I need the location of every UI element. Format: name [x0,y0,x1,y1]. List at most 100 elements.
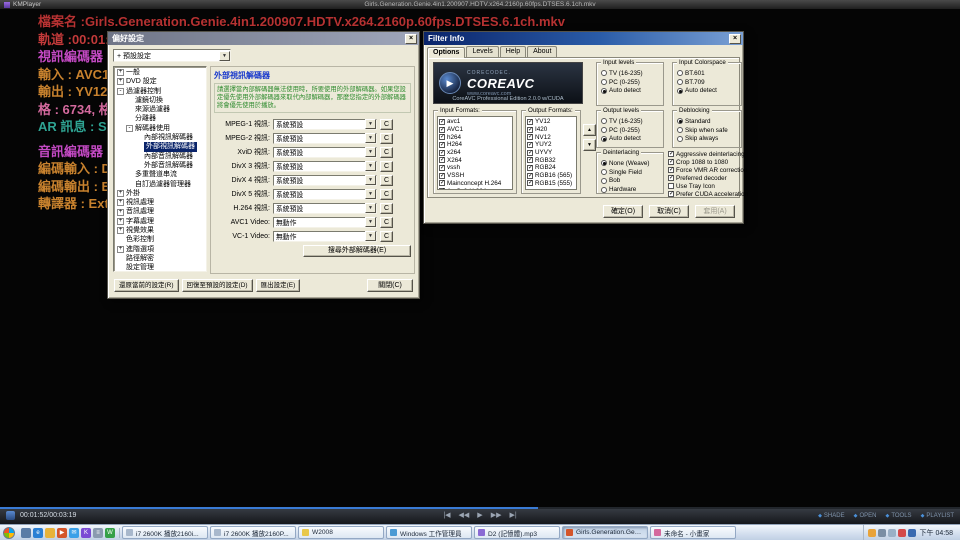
preset-combobox[interactable]: + 預設設定 ▼ [113,49,231,62]
codec-config-button[interactable]: C [380,188,393,200]
format-checkbox[interactable]: h264 [439,133,511,141]
option-checkbox[interactable]: Prefer CUDA acceleration [668,190,748,198]
prefs-bottom-button[interactable]: 回復至預設的設定(D) [181,279,253,292]
codec-config-button[interactable]: C [380,118,393,130]
chevron-down-icon[interactable]: ▼ [365,203,376,214]
codec-config-button[interactable]: C [380,174,393,186]
radio-option[interactable]: Skip when safe [677,126,739,135]
tree-item[interactable]: + 進階選項 [115,245,205,254]
format-checkbox[interactable]: NV12 [527,133,575,141]
codec-dropdown[interactable]: 系統預設 ▼ [273,202,377,214]
codec-dropdown[interactable]: 系統預設 ▼ [273,146,377,158]
codec-config-button[interactable]: C [380,202,393,214]
tray-icon[interactable] [897,528,906,537]
quicklaunch-icon[interactable]: K [81,527,91,538]
codec-dropdown[interactable]: 系統預設 ▼ [273,132,377,144]
radio-option[interactable]: TV (16-235) [601,69,661,78]
control-bar-shortcut[interactable]: ◆ PLAYLIST [921,513,954,519]
tree-expander-icon[interactable]: + [117,69,124,77]
codec-config-button[interactable]: C [380,160,393,172]
tree-item[interactable]: + 音訊處理 [115,207,205,216]
tree-item[interactable]: + 視訊處理 [115,198,205,207]
filter-tab[interactable]: Help [499,46,527,57]
tree-item[interactable]: 內部音訊解碼器 [115,152,205,161]
dialog-button[interactable]: 取消(C) [649,205,689,218]
radio-option[interactable]: PC (0-255) [601,78,661,87]
format-checkbox[interactable]: vssh [439,164,511,172]
tree-expander-icon[interactable]: + [117,227,124,235]
radio-option[interactable]: Auto detect [601,87,661,96]
control-bar-shortcut[interactable]: ◆ OPEN [854,513,877,519]
tree-item[interactable]: 外部視訊解碼器 [115,142,205,152]
close-icon[interactable]: × [405,33,417,44]
quicklaunch-icon[interactable]: e [33,527,43,538]
chevron-down-icon[interactable]: ▼ [365,189,376,200]
radio-option[interactable]: TV (16-235) [601,117,661,126]
filter-tab[interactable]: About [527,46,558,57]
format-checkbox[interactable]: X264 [439,156,511,164]
radio-option[interactable]: PC (0-255) [601,126,661,135]
radio-option[interactable]: Auto detect [677,87,739,96]
tree-item[interactable]: + 一般 [115,68,205,77]
tree-expander-icon[interactable]: + [117,245,124,253]
chevron-down-icon[interactable]: ▼ [365,231,376,242]
kmplayer-titlebar[interactable]: KMPlayer Girls.Generation.Genie.4in1.200… [0,0,960,9]
format-checkbox[interactable]: ArcSoft H.264 [439,187,511,189]
radio-option[interactable]: Auto detect [601,135,661,144]
move-up-button[interactable]: ▲ [583,124,596,136]
chevron-down-icon[interactable]: ▼ [365,147,376,158]
prefs-bottom-button[interactable]: 匯出設定(E) [255,279,301,292]
format-checkbox[interactable]: YV12 [527,118,575,126]
codec-dropdown[interactable]: 系統預設 ▼ [273,188,377,200]
tree-item[interactable]: - 解碼器使用 [115,124,205,133]
tree-item[interactable]: 內部視訊解碼器 [115,133,205,142]
option-checkbox[interactable]: Force VMR AR correction [668,166,747,174]
close-icon[interactable]: × [729,33,741,44]
tree-item[interactable]: + 外掛 [115,189,205,198]
option-checkbox[interactable]: Aggressive deinterlacing [668,150,745,158]
tree-item[interactable]: 多重聲道串流 [115,170,205,179]
codec-dropdown[interactable]: 系統預設 ▼ [273,118,377,130]
quicklaunch-icon[interactable] [21,527,31,538]
radio-option[interactable]: BT.709 [677,78,739,87]
transport-button[interactable]: ▶ [477,509,482,523]
quicklaunch-icon[interactable]: ≡ [93,527,103,538]
tree-expander-icon[interactable]: - [126,124,133,132]
codec-config-button[interactable]: C [380,216,393,228]
format-checkbox[interactable]: AVC1 [439,126,511,134]
format-checkbox[interactable]: x264 [439,149,511,157]
filter-tab[interactable]: Options [427,47,466,58]
codec-dropdown[interactable]: 系統預設 ▼ [273,174,377,186]
tray-icon[interactable] [907,528,916,537]
format-checkbox[interactable]: Mainconcept H.264 [439,180,511,188]
transport-button[interactable]: ◀◀ [459,509,470,523]
format-checkbox[interactable]: YUY2 [527,141,575,149]
tree-item[interactable]: - 過濾器控制 [115,87,205,96]
format-checkbox[interactable]: UYVY [527,149,575,157]
format-checkbox[interactable]: VSSH [439,172,511,180]
clock[interactable]: 下午 04:58 [920,528,953,538]
tree-expander-icon[interactable]: - [117,87,124,95]
dialog-button[interactable]: 套用(A) [695,205,735,218]
radio-option[interactable]: Hardware [601,185,661,194]
taskbar-task-button[interactable]: D2 (記憶體).mp3 [474,526,560,539]
codec-config-button[interactable]: C [380,146,393,158]
tree-item[interactable]: 路徑解密 [115,254,205,263]
option-checkbox[interactable]: Crop 1088 to 1080 [668,158,742,166]
format-checkbox[interactable]: RGB16 (565) [527,172,575,180]
codec-dropdown[interactable]: 無動作 ▼ [273,216,377,228]
tree-item[interactable]: + 字幕處理 [115,217,205,226]
quicklaunch-icon[interactable] [45,527,55,538]
close-button[interactable]: 關閉(C) [367,279,413,292]
start-button[interactable] [3,526,15,539]
tree-item[interactable]: + DVD 設定 [115,77,205,86]
taskbar-task-button[interactable]: Girls.Generation.Geni... [562,526,648,539]
dialog-button[interactable]: 確定(O) [603,205,643,218]
tree-item[interactable]: 濾鏡切換 [115,96,205,105]
tree-item[interactable]: 設定管理 [115,263,205,271]
transport-button[interactable]: ▶| [509,509,516,523]
kmplayer-icon[interactable] [6,511,15,520]
chevron-down-icon[interactable]: ▼ [365,133,376,144]
taskbar-task-button[interactable]: i7 2600K 播放2160i... [122,526,208,539]
option-checkbox[interactable]: Use Tray Icon [668,182,742,190]
